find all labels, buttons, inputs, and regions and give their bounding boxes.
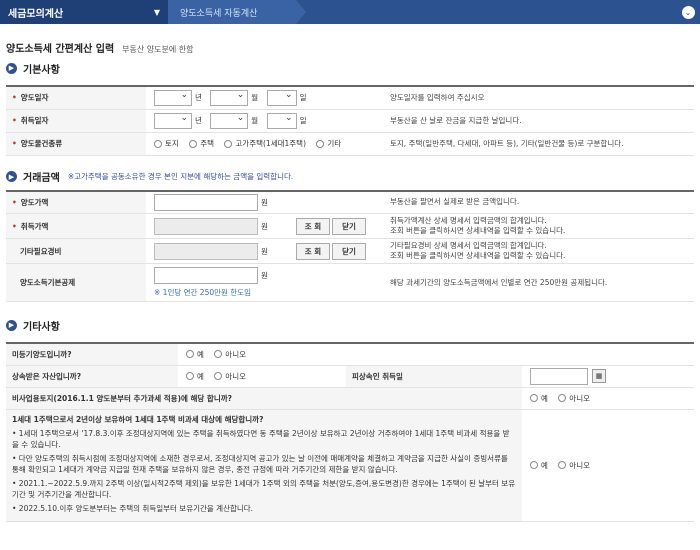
bullet-arrow-icon: ▶	[6, 319, 17, 331]
label-transfer-price: 양도가액	[20, 197, 49, 207]
row-one-house: 1세대 1주택으로서 2년이상 보유하여 1세대 1주택 비과세 대상에 해당합…	[6, 409, 694, 522]
row-acquire-date: •취득일자 년 월 일 부동산을 산 날로 잔금을 지급한 날입니다.	[6, 109, 694, 133]
page-subtitle: 부동산 양도분에 한함	[122, 45, 194, 54]
radio-land[interactable]	[154, 139, 162, 148]
label-acquire-date: 취득일자	[20, 116, 49, 125]
transfer-month-select[interactable]	[210, 89, 249, 106]
bullet-arrow-icon: ▶	[6, 171, 17, 182]
label-inherited: 상속받은 자산입니까?	[12, 371, 82, 381]
label-acquire-price: 취득가액	[20, 221, 49, 231]
acquire-year-select[interactable]	[154, 112, 192, 129]
label-one-house: 1세대 1주택으로서 2년이상 보유하여 1세대 1주택 비과세 대상에 해당합…	[12, 414, 264, 424]
row-property-type: • 양도물건종류 토지 주택 고가주택(1세대1주택) 기타 토지, 주택(일반주…	[6, 132, 694, 156]
label-decedent-acq: 피상속인 취득일	[352, 371, 403, 381]
other-table: 미등기양도입니까? 예 아니오 상속받은 자산입니까? 예 아니오 피상속인 취…	[6, 342, 694, 522]
transfer-price-input[interactable]	[154, 193, 258, 211]
label-transfer-date: 양도일자	[20, 93, 49, 103]
section-basic-header: ▶ 기본사항	[0, 61, 700, 76]
desc-acquire-date: 부동산을 산 날로 잔금을 지급한 날입니다.	[386, 109, 694, 133]
row-deduction: 양도소득기본공제 원 ※ 1인당 연간 250만원 한도임 해당 과세기간의 양…	[6, 263, 694, 302]
radio-nbl-no[interactable]	[558, 394, 567, 402]
desc-expenses-2: 조회 버튼을 클릭하시면 상세내역을 입력할 수 있습니다.	[390, 251, 566, 260]
radio-inherited-yes[interactable]	[186, 372, 194, 380]
row-non-business-land: 비사업용토지(2016.1.1 양도분부터 추가과세 적용)에 해당 합니까? …	[6, 387, 694, 410]
label-unregistered: 미등기양도입니까?	[12, 349, 72, 359]
radio-inherited-no[interactable]	[214, 372, 223, 380]
expenses-lookup-button[interactable]: 조 회	[296, 242, 330, 260]
acquire-day-select[interactable]	[266, 112, 297, 129]
row-transfer-price: • 양도가액 원 부동산을 팔면서 실제로 받은 금액입니다.	[6, 189, 694, 214]
calendar-icon[interactable]: ▦	[592, 369, 606, 383]
radio-nbl-yes[interactable]	[530, 394, 538, 402]
label-property-type: 양도물건종류	[20, 139, 63, 148]
row-expenses: 기타필요경비 원 조 회 닫기 기타필요경비 상세 명세서 입력금액의 합계입니다…	[6, 238, 694, 264]
transfer-year-select[interactable]	[154, 89, 192, 106]
amount-note: ※고가주택을 공동소유한 경우 본인 지분에 해당하는 금액을 입력합니다.	[67, 172, 294, 181]
desc-property-type: 토지, 주택(일반주택, 다세대, 아파트 등), 기타(일반건물 등)로 구분…	[386, 132, 694, 156]
desc-acquire-price-2: 조회 버튼을 클릭하시면 상세내역을 입력할 수 있습니다.	[390, 226, 566, 235]
section-other-header: ▶ 기타사항	[0, 318, 700, 333]
amount-table: • 양도가액 원 부동산을 팔면서 실제로 받은 금액입니다. • 취득가액 원 조…	[6, 189, 694, 302]
acquire-lookup-button[interactable]: 조 회	[296, 217, 330, 235]
page-title: 양도소득세 간편계산 입력 부동산 양도분에 한함	[6, 44, 194, 55]
row-inherited: 상속받은 자산입니까? 예 아니오 피상속인 취득일 ▦	[6, 365, 694, 388]
row-transfer-date: •양도일자 년 월 일 양도일자를 입력하여 주십시오	[6, 85, 694, 110]
top-nav-bar: 세금모의계산 ▼ 양도소득세 자동계산 ⌄	[0, 0, 700, 24]
desc-expenses-1: 기타필요경비 상세 명세서 입력금액의 합계입니다.	[390, 241, 547, 250]
radio-luxury-house[interactable]	[224, 139, 233, 148]
breadcrumb-label: 양도소득세 자동계산	[180, 8, 258, 19]
menu-dropdown[interactable]: 세금모의계산 ▼	[0, 0, 168, 24]
transfer-day-select[interactable]	[266, 89, 297, 106]
one-house-note-1: • 1세대 1주택으로서 '17.8.3.이후 조정대상지역에 있는 주택을 취…	[12, 428, 510, 449]
bullet-arrow-icon: ▶	[6, 62, 17, 74]
desc-transfer-date: 양도일자를 입력하여 주십시오	[386, 85, 694, 110]
label-deduction: 양도소득기본공제	[20, 278, 76, 287]
desc-deduction: 해당 과세기간의 양도소득금액에서 인별로 연간 250만원 공제됩니다.	[386, 263, 694, 302]
decedent-acq-input[interactable]	[530, 367, 588, 385]
basic-table: •양도일자 년 월 일 양도일자를 입력하여 주십시오 •취득일자 년 월 일 …	[6, 85, 694, 156]
row-unregistered: 미등기양도입니까? 예 아니오	[6, 342, 694, 366]
acquire-price-input[interactable]	[154, 217, 258, 235]
chevron-down-icon: ⌄	[681, 5, 695, 19]
deduction-note: ※ 1인당 연간 250만원 한도임	[154, 288, 252, 297]
radio-unregistered-no[interactable]	[214, 350, 223, 359]
menu-label: 세금모의계산	[8, 8, 64, 20]
collapse-button[interactable]: ⌄	[676, 0, 700, 24]
radio-one-house-no[interactable]	[558, 461, 567, 469]
label-expenses: 기타필요경비	[20, 246, 62, 256]
radio-one-house-yes[interactable]	[530, 461, 538, 469]
radio-house[interactable]	[189, 139, 198, 148]
row-acquire-price: • 취득가액 원 조 회 닫기 취득가액계산 상세 명세서 입력금액의 합계입니다.…	[6, 213, 694, 239]
one-house-note-2: • 다만 양도주택의 취득시점에 조정대상지역에 소재한 경우로서, 조정대상지…	[12, 453, 508, 474]
radio-unregistered-yes[interactable]	[186, 350, 194, 359]
expenses-close-button[interactable]: 닫기	[332, 242, 366, 260]
one-house-note-4: • 2022.5.10.이후 양도분부터는 주택의 취득일부터 보유기간을 계산…	[12, 503, 254, 513]
radio-other[interactable]	[316, 139, 325, 148]
deduction-input[interactable]	[154, 267, 258, 284]
one-house-note-3: • 2021.1.~2022.5.9.까지 2주택 이상(일시적2주택 제외)을…	[12, 478, 516, 499]
breadcrumb-separator	[296, 0, 306, 24]
acquire-close-button[interactable]: 닫기	[332, 217, 366, 235]
desc-acquire-price-1: 취득가액계산 상세 명세서 입력금액의 합계입니다.	[390, 216, 547, 225]
section-amount-header: ▶ 거래금액 ※고가주택을 공동소유한 경우 본인 지분에 해당하는 금액을 입…	[0, 170, 700, 184]
label-non-business-land: 비사업용토지(2016.1.1 양도분부터 추가과세 적용)에 해당 합니까?	[12, 393, 232, 403]
breadcrumb-current[interactable]: 양도소득세 자동계산	[168, 0, 296, 24]
acquire-month-select[interactable]	[210, 112, 249, 129]
caret-down-icon: ▼	[153, 7, 160, 17]
expenses-input[interactable]	[154, 242, 258, 260]
desc-transfer-price: 부동산을 팔면서 실제로 받은 금액입니다.	[386, 189, 694, 214]
